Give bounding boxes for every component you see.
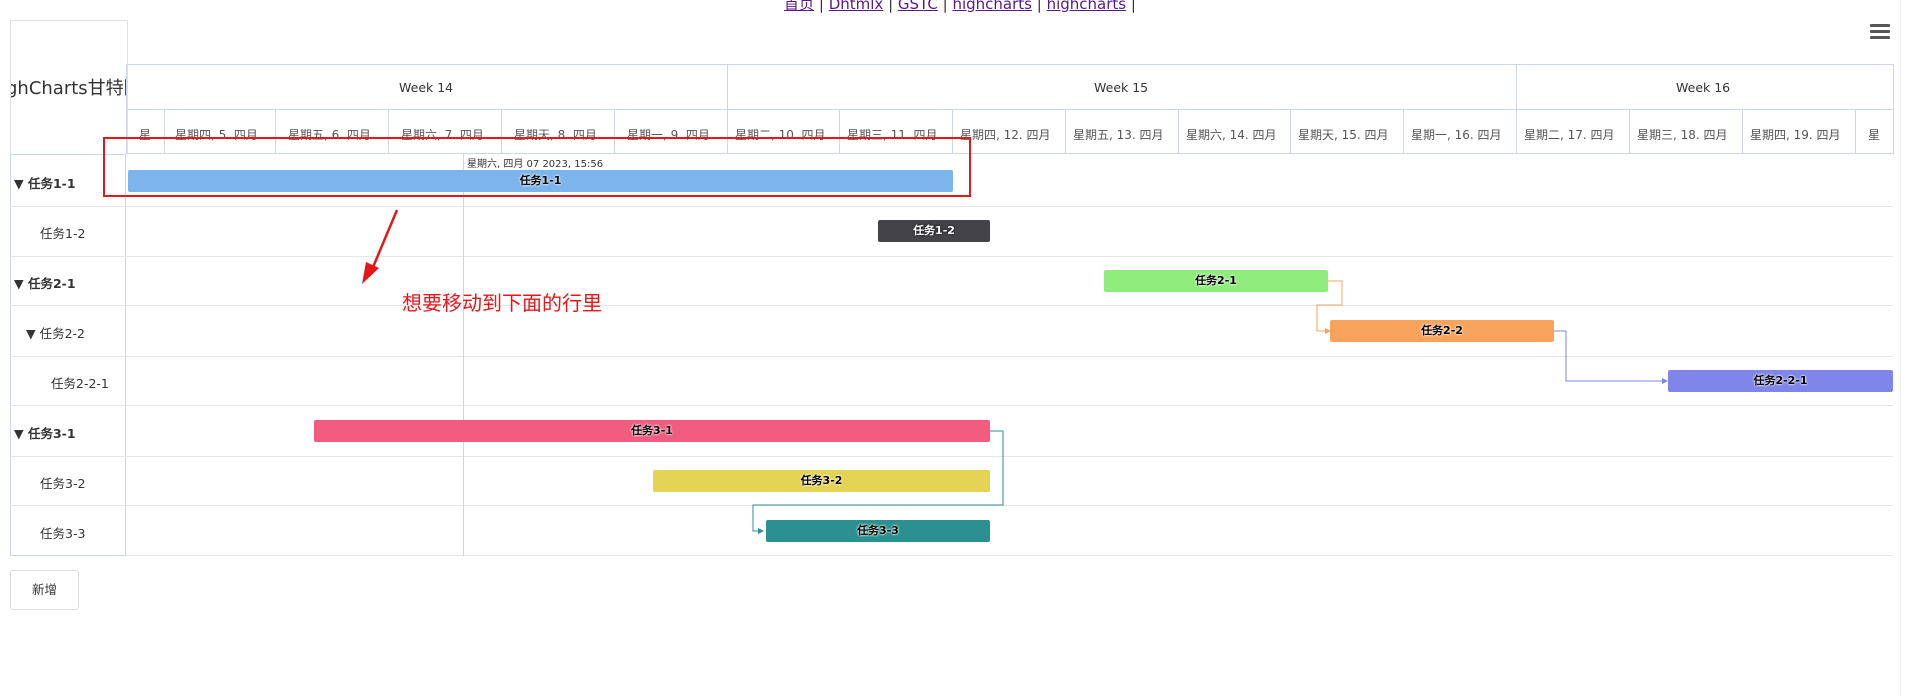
add-button[interactable]: 新增 [10, 570, 79, 610]
annotation-text: 想要移动到下面的行里 [402, 291, 602, 315]
red-arrow-icon [362, 209, 399, 284]
